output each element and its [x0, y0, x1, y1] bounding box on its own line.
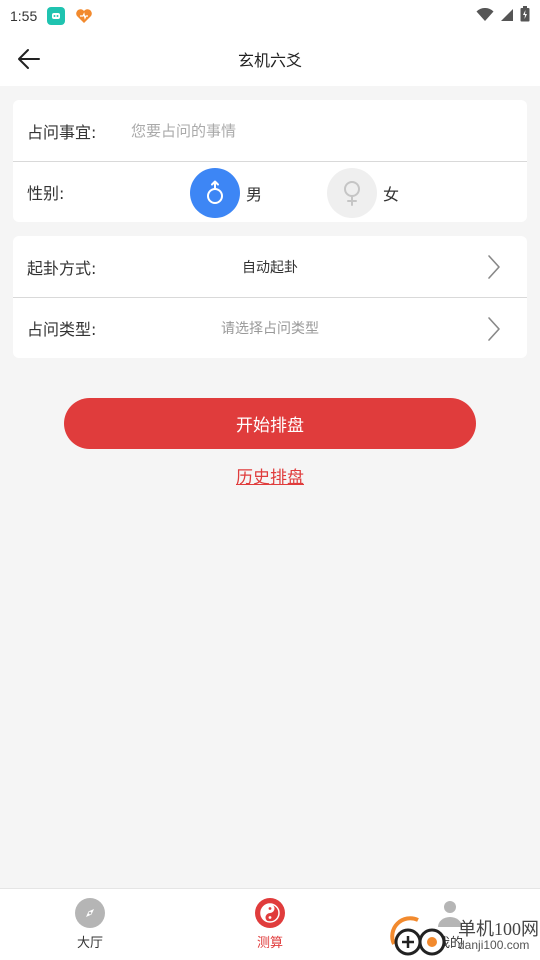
chevron-right-icon — [488, 255, 500, 279]
status-bar: 1:55 — [0, 0, 540, 32]
chevron-right-icon — [488, 317, 500, 341]
question-row: 占问事宜: — [13, 100, 527, 161]
watermark: 单机100网 danji100.com — [388, 912, 540, 960]
tab-calculate[interactable]: 测算 — [180, 889, 360, 960]
watermark-sub: danji100.com — [458, 938, 530, 953]
status-time: 1:55 — [10, 8, 38, 24]
battery-icon — [520, 6, 530, 26]
gender-label: 性别: — [27, 184, 65, 203]
male-icon — [207, 180, 223, 204]
gender-row: 性别: 男 女 — [13, 161, 527, 222]
watermark-main: 单机100网 — [458, 918, 539, 939]
compass-icon — [75, 898, 105, 928]
watermark-logo-icon — [390, 916, 446, 956]
type-label: 占问类型: — [27, 320, 97, 339]
question-card: 占问事宜: 性别: 男 女 — [13, 100, 527, 222]
gender-option-male[interactable]: 男 — [190, 168, 262, 218]
arrow-left-icon — [18, 49, 40, 69]
back-button[interactable] — [14, 44, 44, 74]
page-title: 玄机六爻 — [237, 51, 302, 70]
female-icon — [344, 181, 360, 206]
tab-hall[interactable]: 大厅 — [0, 889, 180, 960]
header: 玄机六爻 — [0, 32, 540, 86]
wifi-icon — [476, 7, 494, 26]
gender-male-label: 男 — [246, 185, 263, 204]
method-row[interactable]: 起卦方式: 自动起卦 — [13, 236, 527, 297]
gender-female-label: 女 — [383, 185, 400, 204]
method-label: 起卦方式: — [27, 258, 97, 278]
history-link[interactable]: 历史排盘 — [0, 463, 540, 488]
settings-card: 起卦方式: 自动起卦 占问类型: 请选择占问类型 — [13, 236, 527, 358]
question-label: 占问事宜: — [27, 122, 97, 142]
type-row[interactable]: 占问类型: 请选择占问类型 — [13, 297, 527, 358]
yin-yang-icon — [255, 898, 285, 928]
tab-calculate-label: 测算 — [256, 936, 283, 951]
app-icon-heart — [75, 7, 93, 25]
start-button[interactable]: 开始排盘 — [64, 398, 476, 449]
question-input[interactable] — [131, 121, 527, 140]
tab-hall-label: 大厅 — [76, 936, 103, 951]
signal-icon — [500, 7, 514, 26]
gender-option-female[interactable]: 女 — [327, 168, 399, 218]
app-icon-teal — [47, 7, 66, 25]
